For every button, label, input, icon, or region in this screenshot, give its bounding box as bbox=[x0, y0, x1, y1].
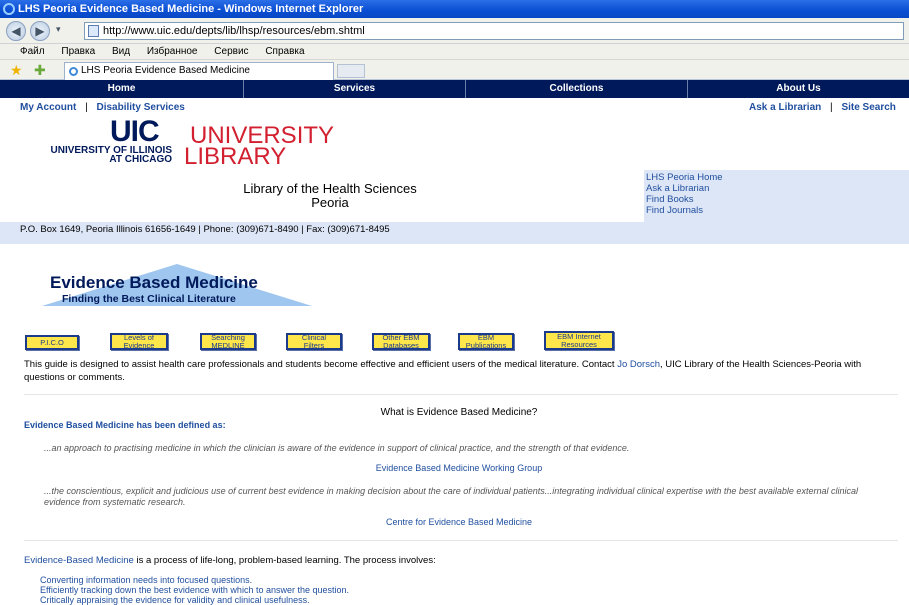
menu-file[interactable]: Файл bbox=[20, 46, 45, 57]
back-icon[interactable]: ◀ bbox=[6, 21, 26, 41]
my-account-link[interactable]: My Account bbox=[20, 102, 76, 113]
tab-ie-icon bbox=[69, 67, 78, 76]
lhs-peoria-home-link[interactable]: LHS Peoria Home bbox=[646, 172, 723, 183]
intro-paragraph: This guide is designed to assist health … bbox=[24, 359, 862, 383]
menu-bar: Файл Правка Вид Избранное Сервис Справка bbox=[0, 44, 909, 60]
top-links-right: Ask a Librarian | Site Search bbox=[749, 102, 896, 113]
top-links-left: My Account | Disability Services bbox=[20, 102, 185, 113]
find-books-link[interactable]: Find Books bbox=[646, 194, 694, 205]
ask-librarian-quick-link[interactable]: Ask a Librarian bbox=[646, 183, 709, 194]
ie-logo-icon bbox=[3, 3, 15, 15]
definition-quote-2: ...the conscientious, explicit and judic… bbox=[44, 486, 858, 507]
window-titlebar: LHS Peoria Evidence Based Medicine - Win… bbox=[0, 0, 909, 18]
disability-services-link[interactable]: Disability Services bbox=[96, 102, 184, 113]
menu-edit[interactable]: Правка bbox=[61, 46, 95, 57]
menu-tools[interactable]: Сервис bbox=[214, 46, 248, 57]
add-favorite-icon[interactable]: ✚ bbox=[34, 62, 46, 78]
ask-librarian-link[interactable]: Ask a Librarian bbox=[749, 102, 821, 113]
library-title-line1: Library of the Health Sciences bbox=[243, 181, 417, 196]
site-search-link[interactable]: Site Search bbox=[841, 102, 895, 113]
defined-as-heading: Evidence Based Medicine has been defined… bbox=[24, 420, 226, 430]
divider bbox=[24, 394, 898, 395]
nav-collections[interactable]: Collections bbox=[466, 80, 688, 98]
what-is-ebm-heading: What is Evidence Based Medicine? bbox=[380, 407, 538, 418]
tab-ebm[interactable]: LHS Peoria Evidence Based Medicine bbox=[64, 62, 334, 80]
separator: | bbox=[830, 102, 833, 113]
ebm-process-link[interactable]: Evidence-Based Medicine bbox=[24, 555, 134, 566]
clinical-filters-button[interactable]: Clinical Filters bbox=[286, 333, 342, 350]
nav-about-us[interactable]: About Us bbox=[688, 80, 909, 98]
library-address: P.O. Box 1649, Peoria Illinois 61656-164… bbox=[0, 222, 909, 244]
separator: | bbox=[85, 102, 88, 113]
ebm-banner-title: Evidence Based Medicine bbox=[50, 273, 258, 292]
jo-dorsch-link[interactable]: Jo Dorsch bbox=[617, 359, 660, 370]
ebm-banner-subtitle: Finding the Best Clinical Literature bbox=[62, 293, 236, 305]
logo-library[interactable]: LIBRARY bbox=[184, 145, 286, 169]
searching-medline-button[interactable]: Searching MEDLINE bbox=[200, 333, 256, 350]
address-toolbar: ◀ ▶ ▾ http://www.uic.edu/depts/lib/lhsp/… bbox=[0, 18, 909, 44]
nav-home[interactable]: Home bbox=[0, 80, 244, 98]
tab-bar: ★ ✚ LHS Peoria Evidence Based Medicine bbox=[0, 60, 909, 80]
new-tab-button[interactable] bbox=[337, 64, 365, 78]
logo-uic[interactable]: UIC bbox=[110, 117, 160, 147]
pico-button[interactable]: P.I.C.O bbox=[25, 335, 79, 350]
history-dropdown-icon[interactable]: ▾ bbox=[56, 24, 61, 35]
logo-line2: AT CHICAGO bbox=[109, 154, 172, 165]
site-nav: Home Services Collections About Us bbox=[0, 80, 909, 98]
ebm-internet-resources-button[interactable]: EBM Internet Resources bbox=[544, 331, 614, 350]
other-ebm-databases-button[interactable]: Other EBM Databases bbox=[372, 333, 430, 350]
page-icon bbox=[88, 25, 99, 37]
menu-favorites[interactable]: Избранное bbox=[147, 46, 198, 57]
process-paragraph: Evidence-Based Medicine is a process of … bbox=[24, 555, 436, 566]
library-title: Library of the Health Sciences Peoria bbox=[170, 182, 490, 210]
nav-services[interactable]: Services bbox=[244, 80, 466, 98]
process-step: Converting information needs into focuse… bbox=[40, 575, 253, 585]
definition-quote-1: ...an approach to practising medicine in… bbox=[44, 443, 630, 453]
centre-for-ebm-link[interactable]: Centre for Evidence Based Medicine bbox=[24, 517, 894, 527]
levels-of-evidence-button[interactable]: Levels of Evidence bbox=[110, 333, 168, 350]
favorites-star-icon[interactable]: ★ bbox=[10, 62, 23, 78]
window-title: LHS Peoria Evidence Based Medicine - Win… bbox=[18, 3, 364, 15]
process-step: Efficiently tracking down the best evide… bbox=[40, 585, 350, 595]
menu-help[interactable]: Справка bbox=[265, 46, 304, 57]
forward-icon[interactable]: ▶ bbox=[30, 21, 50, 41]
library-title-line2: Peoria bbox=[311, 195, 349, 210]
divider bbox=[24, 540, 898, 541]
menu-view[interactable]: Вид bbox=[112, 46, 130, 57]
ebm-working-group-link[interactable]: Evidence Based Medicine Working Group bbox=[24, 463, 894, 473]
address-input[interactable]: http://www.uic.edu/depts/lib/lhsp/resour… bbox=[84, 22, 904, 40]
find-journals-link[interactable]: Find Journals bbox=[646, 205, 703, 216]
ebm-publications-button[interactable]: EBM Publications bbox=[458, 333, 514, 350]
